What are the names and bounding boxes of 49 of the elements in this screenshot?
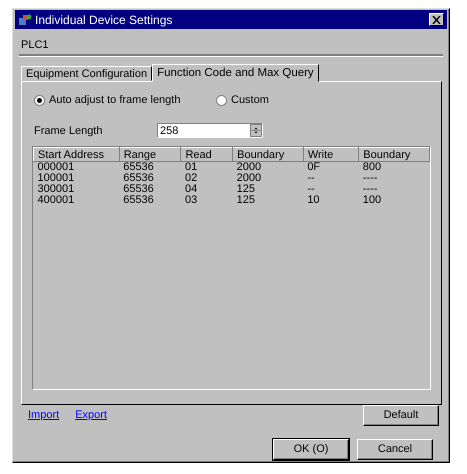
link[interactable]: Export <box>75 407 107 424</box>
table-cell-text: 65536 <box>122 195 155 206</box>
table-cell-text: 100001 <box>36 173 76 184</box>
tab[interactable]: Equipment Configuration <box>21 66 152 81</box>
table-cell-text: 65536 <box>122 184 155 195</box>
column-header[interactable]: Boundary <box>358 148 430 162</box>
table-cell-text: 04 <box>184 184 198 195</box>
spin-arrows-icon[interactable] <box>250 124 262 138</box>
table-cell-text: -- <box>306 184 316 195</box>
column-header[interactable]: Boundary <box>232 148 304 162</box>
table-cell-text: 2000 <box>236 173 262 184</box>
column-header[interactable]: Start Address <box>34 148 120 162</box>
table-cell-text: 125 <box>236 184 256 195</box>
table-cell-text: 100 <box>362 195 382 206</box>
table-cell-text: ---- <box>362 173 378 184</box>
column-header[interactable]: Read <box>180 148 233 162</box>
table-cell-text: 03 <box>184 195 198 206</box>
table-cell-text: 125 <box>236 195 256 206</box>
window-title: Individual Device Settings <box>35 12 174 28</box>
table-cell: 01 <box>180 162 233 173</box>
table-cell-text: 400001 <box>36 195 76 206</box>
table-cell-text: 300001 <box>36 184 76 195</box>
ok-button[interactable]: OK (O) <box>273 439 349 460</box>
radio-option[interactable]: Auto adjust to frame length <box>34 92 216 108</box>
default-button[interactable]: Default <box>363 405 439 426</box>
link[interactable]: Import <box>28 407 60 424</box>
radio-button[interactable] <box>216 94 227 106</box>
table-cell-text: 65536 <box>122 173 155 184</box>
column-header[interactable]: Write <box>303 148 359 162</box>
close-button[interactable] <box>429 13 444 26</box>
cancel-button[interactable]: Cancel <box>357 439 433 460</box>
tab[interactable]: Function Code and Max Query <box>152 64 319 82</box>
field-label: Frame Length <box>34 124 104 138</box>
table-cell-text: 02 <box>184 173 198 184</box>
radio-option[interactable]: Custom <box>216 92 269 108</box>
table-cell: 800 <box>358 162 430 173</box>
radio-button[interactable] <box>34 94 45 106</box>
query-list[interactable]: Start Address Range Read Boundary Write Boundary 000001 65536 01 2000 0F 800 100001 65536 02 2000 -- ---- 300001 65536 04 125 -- ---- 400001 65536 03 125 10 100 <box>32 146 431 390</box>
table-cell-text: -- <box>306 173 316 184</box>
table-cell: 2000 <box>232 162 304 173</box>
table-cell: 000001 <box>34 162 120 173</box>
devices-icon <box>18 13 32 26</box>
table-cell: 0F <box>303 162 359 173</box>
table-cell-text: 10 <box>306 195 321 206</box>
device-name: PLC1 <box>21 39 49 51</box>
table-cell-text: ---- <box>362 184 378 195</box>
table-cell: 65536 <box>119 162 181 173</box>
frame-length-spinbox[interactable]: 258 <box>157 123 263 138</box>
column-header[interactable]: Range <box>119 148 181 162</box>
